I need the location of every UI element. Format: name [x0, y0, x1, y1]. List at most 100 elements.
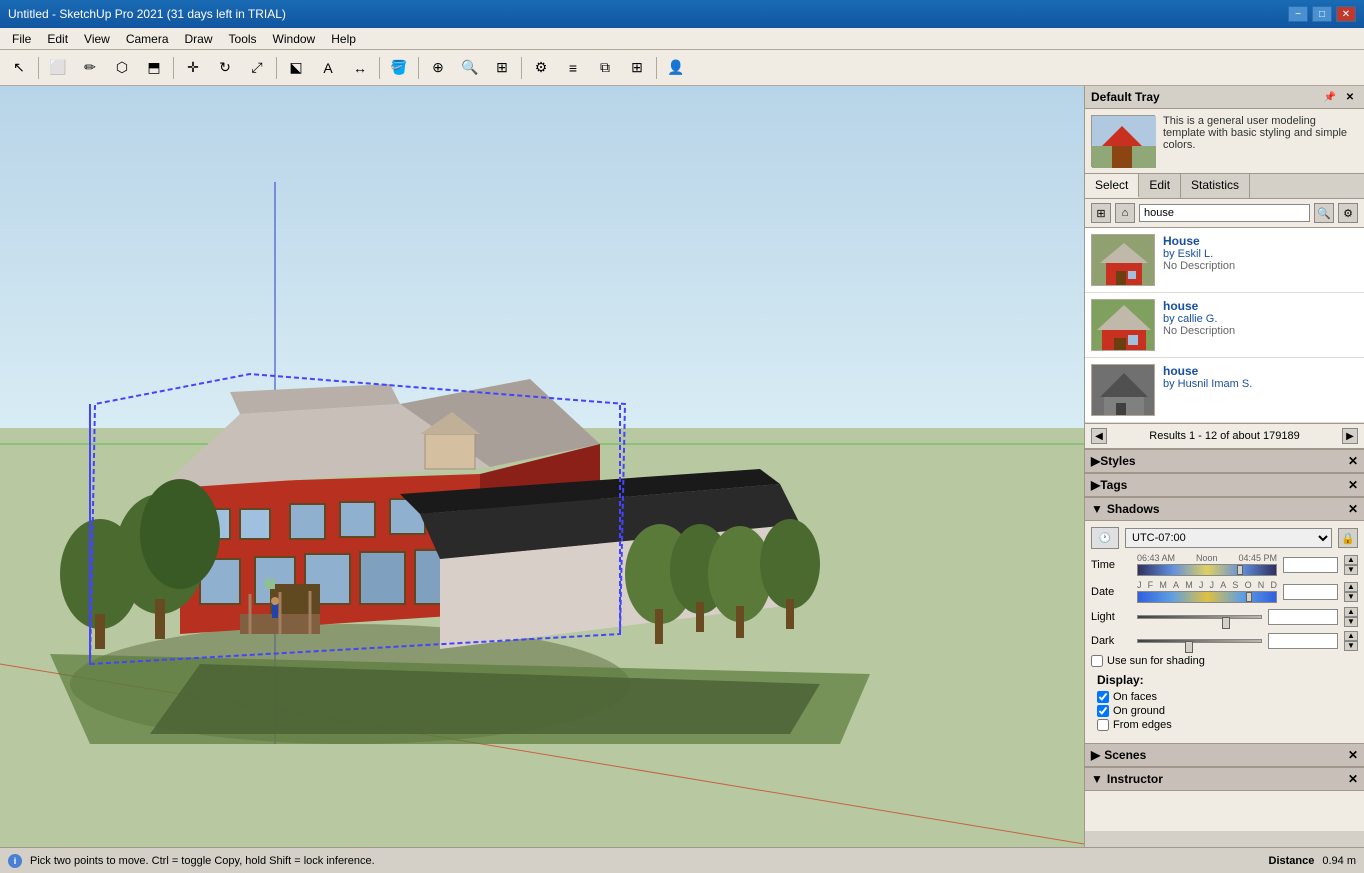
menu-item-tools[interactable]: Tools	[221, 30, 265, 48]
menu-item-view[interactable]: View	[76, 30, 118, 48]
month-a1: A	[1173, 580, 1179, 590]
settings-button[interactable]: ⚙	[526, 54, 556, 82]
dark-spin-down[interactable]: ▼	[1344, 641, 1358, 651]
toolbar-separator-5	[418, 57, 419, 79]
maximize-button[interactable]: □	[1312, 6, 1332, 22]
tags-label: Tags	[1100, 478, 1127, 492]
on-ground-checkbox[interactable]	[1097, 705, 1109, 717]
search-settings-icon[interactable]: ⚙	[1338, 203, 1358, 223]
component-author-2[interactable]: by Husnil Imam S.	[1163, 378, 1358, 390]
light-value-input[interactable]: 80	[1268, 609, 1338, 625]
component-author-1[interactable]: by callie G.	[1163, 313, 1358, 325]
search-button[interactable]: 🔍	[1314, 203, 1334, 223]
component-title-0[interactable]: House	[1163, 234, 1358, 248]
eraser-tool-button[interactable]: ⬜	[43, 54, 73, 82]
month-j3: J	[1210, 580, 1215, 590]
offset-tool-button[interactable]: ⬕	[281, 54, 311, 82]
date-spin-down[interactable]: ▼	[1344, 592, 1358, 602]
tags-section-header[interactable]: ▶ Tags ✕	[1085, 473, 1364, 497]
tray-pin-icon[interactable]: 📌	[1322, 89, 1338, 105]
light-spin-down[interactable]: ▼	[1344, 617, 1358, 627]
select-tool-button[interactable]: ↖	[4, 54, 34, 82]
shadow-clock-icon: 🕐	[1091, 527, 1119, 549]
component-title-1[interactable]: house	[1163, 299, 1358, 313]
app-title: Untitled - SketchUp Pro 2021 (31 days le…	[8, 7, 286, 21]
styles-section-header[interactable]: ▶ Styles ✕	[1085, 449, 1364, 473]
components-button[interactable]: ⊞	[622, 54, 652, 82]
menu-item-help[interactable]: Help	[323, 30, 364, 48]
text-tool-button[interactable]: A	[313, 54, 343, 82]
right-panel: Default Tray 📌 ✕ This is a general user …	[1084, 86, 1364, 847]
component-title-2[interactable]: house	[1163, 364, 1358, 378]
date-slider-thumb[interactable]	[1246, 592, 1252, 602]
dark-spin-up[interactable]: ▲	[1344, 631, 1358, 641]
search-home-icon[interactable]: ⌂	[1115, 203, 1135, 223]
zoom-window-button[interactable]: 🔍	[455, 54, 485, 82]
rotate-tool-button[interactable]: ↻	[210, 54, 240, 82]
results-next-button[interactable]: ▶	[1342, 428, 1358, 444]
time-slider-track[interactable]	[1137, 564, 1277, 576]
account-button[interactable]: 👤	[661, 54, 691, 82]
shadows-close-icon[interactable]: ✕	[1348, 502, 1358, 516]
scenes-section-header[interactable]: ▶ Scenes ✕	[1085, 743, 1364, 767]
menu-item-edit[interactable]: Edit	[39, 30, 76, 48]
shape-tool-button[interactable]: ⬡	[107, 54, 137, 82]
instructor-section-header[interactable]: ▼ Instructor ✕	[1085, 767, 1364, 791]
light-spin-up[interactable]: ▲	[1344, 607, 1358, 617]
pencil-tool-button[interactable]: ✏	[75, 54, 105, 82]
date-slider-track[interactable]	[1137, 591, 1277, 603]
tab-statistics[interactable]: Statistics	[1181, 174, 1250, 198]
viewport[interactable]	[0, 86, 1084, 847]
time-value-input[interactable]: 01:30 PM	[1283, 557, 1338, 573]
component-item-2: house by Husnil Imam S.	[1085, 358, 1364, 423]
paint-bucket-button[interactable]: 🪣	[384, 54, 414, 82]
from-edges-checkbox[interactable]	[1097, 719, 1109, 731]
date-value-input[interactable]: 11/08	[1283, 584, 1338, 600]
minimize-button[interactable]: −	[1288, 6, 1308, 22]
orbit-button[interactable]: ⊕	[423, 54, 453, 82]
time-noon: Noon	[1196, 553, 1218, 563]
on-ground-label: On ground	[1113, 705, 1165, 717]
dimension-tool-button[interactable]: ↔	[345, 54, 375, 82]
scale-tool-button[interactable]: ⤢	[242, 54, 272, 82]
shadows-section-header[interactable]: ▼ Shadows ✕	[1085, 497, 1364, 521]
date-spin-buttons: ▲ ▼	[1344, 582, 1358, 602]
search-grid-icon[interactable]: ⊞	[1091, 203, 1111, 223]
dark-value-input[interactable]: 45	[1268, 633, 1338, 649]
light-slider-thumb[interactable]	[1222, 617, 1230, 629]
scenes-close-icon[interactable]: ✕	[1348, 748, 1358, 762]
close-button[interactable]: ✕	[1336, 6, 1356, 22]
light-slider-track[interactable]	[1137, 615, 1262, 619]
menu-item-window[interactable]: Window	[265, 30, 324, 48]
tab-edit[interactable]: Edit	[1139, 174, 1181, 198]
timezone-select[interactable]: UTC-07:00	[1125, 528, 1332, 548]
section-planes-button[interactable]: ≡	[558, 54, 588, 82]
results-prev-button[interactable]: ◀	[1091, 428, 1107, 444]
tray-close-icon[interactable]: ✕	[1342, 89, 1358, 105]
menu-item-camera[interactable]: Camera	[118, 30, 177, 48]
search-row: ⊞ ⌂ house 🔍 ⚙	[1085, 199, 1364, 228]
time-slider-thumb[interactable]	[1237, 565, 1243, 575]
on-faces-checkbox[interactable]	[1097, 691, 1109, 703]
dark-slider-track[interactable]	[1137, 639, 1262, 643]
styles-close-icon[interactable]: ✕	[1348, 454, 1358, 468]
component-author-0[interactable]: by Eskil L.	[1163, 248, 1358, 260]
zoom-extents-button[interactable]: ⊞	[487, 54, 517, 82]
time-spin-down[interactable]: ▼	[1344, 565, 1358, 575]
search-input[interactable]: house	[1139, 204, 1310, 222]
dark-slider-thumb[interactable]	[1185, 641, 1193, 653]
use-sun-shading-checkbox[interactable]	[1091, 655, 1103, 667]
push-pull-button[interactable]: ⬒	[139, 54, 169, 82]
time-spin-up[interactable]: ▲	[1344, 555, 1358, 565]
display-label: Display:	[1097, 673, 1352, 687]
menu-item-file[interactable]: File	[4, 30, 39, 48]
move-tool-button[interactable]: ✛	[178, 54, 208, 82]
menu-item-draw[interactable]: Draw	[177, 30, 221, 48]
layers-button[interactable]: ⧉	[590, 54, 620, 82]
date-spin-up[interactable]: ▲	[1344, 582, 1358, 592]
instructor-close-icon[interactable]: ✕	[1348, 772, 1358, 786]
light-label: Light	[1091, 611, 1131, 623]
timezone-lock-icon[interactable]: 🔒	[1338, 528, 1358, 548]
tab-select[interactable]: Select	[1085, 174, 1139, 198]
tags-close-icon[interactable]: ✕	[1348, 478, 1358, 492]
